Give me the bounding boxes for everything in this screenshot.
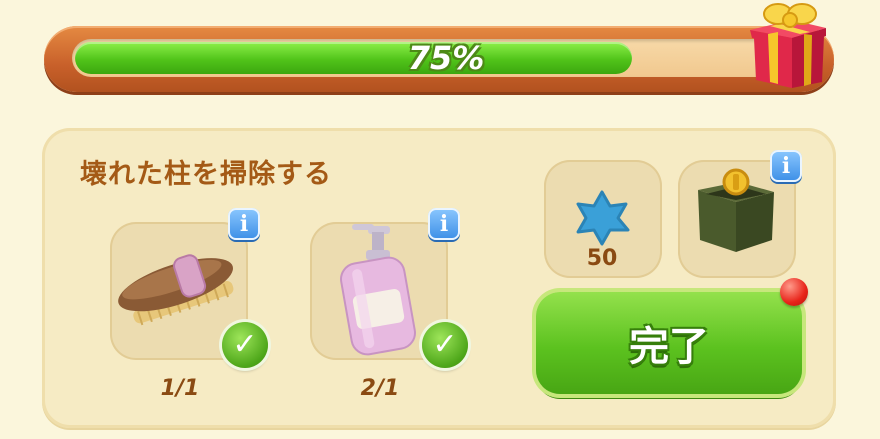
task-title: 壊れた柱を掃除する bbox=[80, 159, 332, 190]
star-reward-value: 50 bbox=[586, 246, 618, 271]
gift-box-icon[interactable] bbox=[748, 0, 828, 92]
brush-info-button[interactable]: i bbox=[228, 208, 260, 240]
progress-label: 75% bbox=[407, 39, 485, 77]
chest-info-button[interactable]: i bbox=[770, 150, 802, 182]
complete-button[interactable]: 完了 bbox=[536, 292, 802, 394]
soap-count: 2/1 bbox=[360, 376, 400, 401]
notification-dot bbox=[780, 278, 808, 306]
brush-check-icon: ✓ bbox=[222, 322, 268, 368]
progress-bar: 75% bbox=[44, 26, 834, 92]
brush-count: 1/1 bbox=[160, 376, 200, 401]
progress-track: 75% bbox=[72, 39, 820, 77]
soap-info-button[interactable]: i bbox=[428, 208, 460, 240]
soap-check-icon: ✓ bbox=[422, 322, 468, 368]
